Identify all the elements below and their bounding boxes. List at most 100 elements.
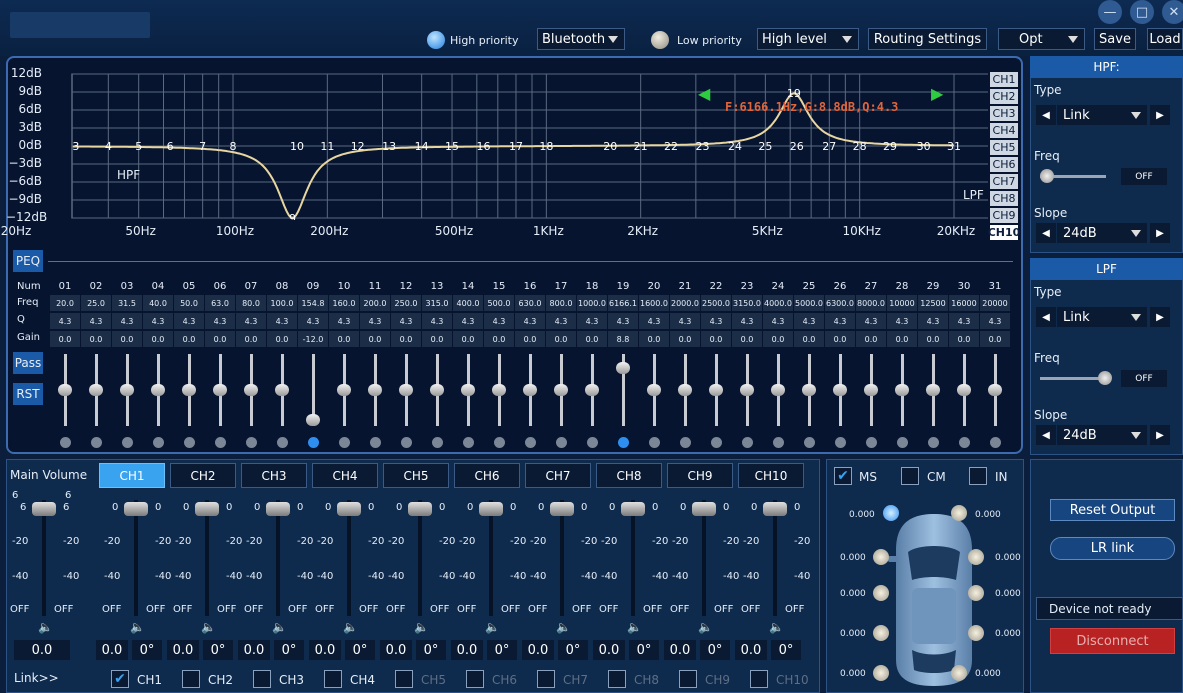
band-slider-thumb[interactable] xyxy=(988,384,1002,396)
q-cell[interactable]: 4.3 xyxy=(515,313,545,329)
speaker-icon[interactable]: 🔈 xyxy=(130,620,145,634)
band-select-dot[interactable] xyxy=(153,437,164,448)
band-slider-thumb[interactable] xyxy=(461,384,475,396)
band-select-dot[interactable] xyxy=(897,437,908,448)
channel-volume-value[interactable]: 0.0 xyxy=(522,640,554,660)
gain-cell[interactable]: 0.0 xyxy=(174,331,204,347)
freq-cell[interactable]: 31.5 xyxy=(112,295,142,311)
band-slider-thumb[interactable] xyxy=(864,384,878,396)
freq-cell[interactable]: 6166.1 xyxy=(608,295,638,311)
band-slider-thumb[interactable] xyxy=(368,384,382,396)
minimize-button[interactable]: — xyxy=(1098,0,1122,24)
channel-phase-value[interactable]: 0° xyxy=(345,640,375,660)
channel-ch10[interactable]: CH10 xyxy=(988,225,1020,240)
freq-cell[interactable]: 1600.0 xyxy=(639,295,669,311)
lpf-freq-slider[interactable] xyxy=(1040,377,1106,380)
lpf-slope-next-button[interactable]: ▶ xyxy=(1150,425,1170,445)
speaker-position-icon[interactable] xyxy=(873,549,889,565)
band-select-dot[interactable] xyxy=(432,437,443,448)
band-slider-thumb[interactable] xyxy=(58,384,72,396)
band-slider-thumb[interactable] xyxy=(275,384,289,396)
band-slider-thumb[interactable] xyxy=(430,384,444,396)
hpf-type-prev-button[interactable]: ◀ xyxy=(1036,105,1056,125)
gain-cell[interactable]: 0.0 xyxy=(980,331,1010,347)
freq-cell[interactable]: 12500 xyxy=(918,295,948,311)
q-cell[interactable]: 4.3 xyxy=(546,313,576,329)
gain-cell[interactable]: 0.0 xyxy=(670,331,700,347)
q-cell[interactable]: 4.3 xyxy=(236,313,266,329)
q-cell[interactable]: 4.3 xyxy=(81,313,111,329)
freq-cell[interactable]: 315.0 xyxy=(422,295,452,311)
band-slider-thumb[interactable] xyxy=(802,384,816,396)
high-priority-dropdown[interactable]: Bluetooth xyxy=(537,28,625,50)
eq-graph[interactable]: 1234567891011121314151617181920212223242… xyxy=(48,70,988,220)
channel-ch4[interactable]: CH4 xyxy=(990,123,1018,138)
freq-cell[interactable]: 1000.0 xyxy=(577,295,607,311)
gain-cell[interactable]: 0.0 xyxy=(329,331,359,347)
band-slider-thumb[interactable] xyxy=(771,384,785,396)
lpf-freq-slider-thumb[interactable] xyxy=(1098,371,1112,385)
fader-thumb[interactable] xyxy=(32,502,56,516)
q-cell[interactable]: 4.3 xyxy=(422,313,452,329)
low-priority-radio[interactable] xyxy=(651,31,669,49)
channel-ch1[interactable]: CH1 xyxy=(990,72,1018,87)
gain-cell[interactable]: 0.0 xyxy=(205,331,235,347)
gain-cell[interactable]: 0.0 xyxy=(701,331,731,347)
channel-phase-value[interactable]: 0° xyxy=(203,640,233,660)
q-cell[interactable]: 4.3 xyxy=(174,313,204,329)
save-button[interactable]: Save xyxy=(1094,28,1136,50)
band-select-dot[interactable] xyxy=(835,437,846,448)
q-cell[interactable]: 4.3 xyxy=(391,313,421,329)
band-slider-thumb[interactable] xyxy=(833,384,847,396)
band-slider-thumb[interactable] xyxy=(554,384,568,396)
gain-cell[interactable]: 0.0 xyxy=(546,331,576,347)
q-cell[interactable]: 4.3 xyxy=(980,313,1010,329)
freq-cell[interactable]: 80.0 xyxy=(236,295,266,311)
band-slider-thumb[interactable] xyxy=(926,384,940,396)
speaker-icon[interactable]: 🔈 xyxy=(272,620,287,634)
pass-button[interactable]: Pass xyxy=(13,352,43,374)
load-button[interactable]: Load xyxy=(1147,28,1183,50)
main-volume-value[interactable]: 0.0 xyxy=(14,640,70,660)
speaker-icon[interactable]: 🔈 xyxy=(769,620,784,634)
fader-thumb[interactable] xyxy=(408,502,432,516)
close-button[interactable]: ✕ xyxy=(1162,0,1183,24)
channel-phase-value[interactable]: 0° xyxy=(274,640,304,660)
hpf-slope-next-button[interactable]: ▶ xyxy=(1150,223,1170,243)
lr-link-button[interactable]: LR link xyxy=(1050,537,1175,560)
gain-cell[interactable]: 0.0 xyxy=(515,331,545,347)
freq-cell[interactable]: 500.0 xyxy=(484,295,514,311)
q-cell[interactable]: 4.3 xyxy=(577,313,607,329)
q-cell[interactable]: 4.3 xyxy=(453,313,483,329)
gain-cell[interactable]: 0.0 xyxy=(856,331,886,347)
lpf-off-button[interactable]: OFF xyxy=(1121,370,1167,387)
speaker-position-icon[interactable] xyxy=(873,665,889,681)
freq-cell[interactable]: 63.0 xyxy=(205,295,235,311)
channel-volume-value[interactable]: 0.0 xyxy=(96,640,128,660)
freq-cell[interactable]: 40.0 xyxy=(143,295,173,311)
freq-cell[interactable]: 800.0 xyxy=(546,295,576,311)
gain-cell[interactable]: 0.0 xyxy=(887,331,917,347)
gain-cell[interactable]: 0.0 xyxy=(577,331,607,347)
hpf-type-next-button[interactable]: ▶ xyxy=(1150,105,1170,125)
channel-ch9[interactable]: CH9 xyxy=(990,208,1018,223)
band-slider-thumb[interactable] xyxy=(89,384,103,396)
channel-link-checkbox[interactable] xyxy=(182,670,200,688)
disconnect-button[interactable]: Disconnect xyxy=(1050,628,1175,654)
band-slider-thumb[interactable] xyxy=(647,384,661,396)
reset-output-button[interactable]: Reset Output xyxy=(1050,499,1175,521)
band-slider-thumb[interactable] xyxy=(492,384,506,396)
q-cell[interactable]: 4.3 xyxy=(143,313,173,329)
maximize-button[interactable]: □ xyxy=(1130,0,1154,24)
q-cell[interactable]: 4.3 xyxy=(50,313,80,329)
opt-dropdown[interactable]: Opt xyxy=(998,28,1085,50)
channel-phase-value[interactable]: 0° xyxy=(487,640,517,660)
speaker-icon[interactable]: 🔈 xyxy=(698,620,713,634)
band-select-dot[interactable] xyxy=(990,437,1001,448)
freq-cell[interactable]: 400.0 xyxy=(453,295,483,311)
gain-cell[interactable]: 0.0 xyxy=(484,331,514,347)
cm-checkbox[interactable] xyxy=(901,467,919,485)
channel-phase-value[interactable]: 0° xyxy=(700,640,730,660)
speaker-icon[interactable]: 🔈 xyxy=(556,620,571,634)
channel-link-checkbox[interactable] xyxy=(466,670,484,688)
